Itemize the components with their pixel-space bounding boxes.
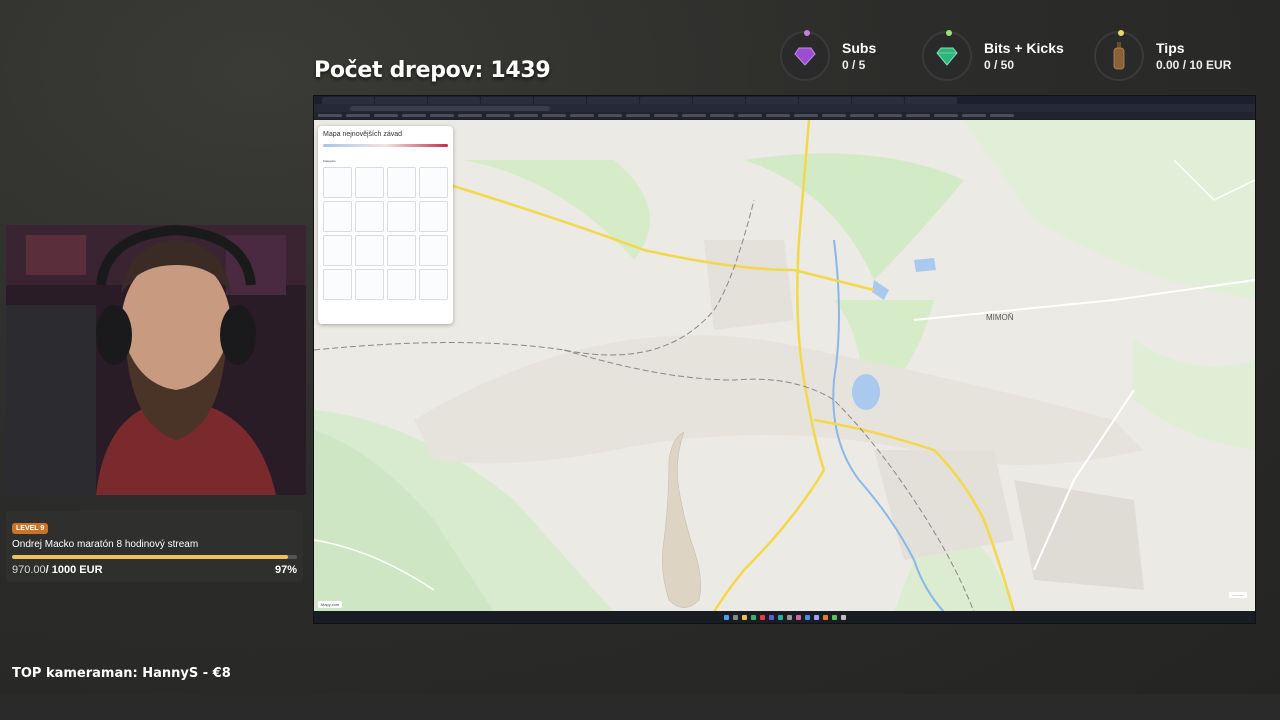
category-item[interactable] bbox=[355, 235, 384, 266]
bottom-strip bbox=[0, 694, 1280, 720]
category-item[interactable] bbox=[387, 201, 416, 232]
webcam-feed bbox=[6, 225, 306, 495]
screen-capture: MIMOŇ Mapa nejnovějších závad Kategorie bbox=[313, 95, 1256, 624]
taskbar-app-icon[interactable] bbox=[840, 614, 846, 620]
taskbar-app-icon[interactable] bbox=[759, 614, 765, 620]
category-item[interactable] bbox=[419, 201, 448, 232]
category-label: Kategorie bbox=[323, 159, 336, 163]
map-panel[interactable]: Mapa nejnovějších závad Kategorie bbox=[318, 126, 453, 324]
stream-goal-current: 970.00 bbox=[12, 564, 46, 576]
taskbar-app-icon[interactable] bbox=[822, 614, 828, 620]
category-item[interactable] bbox=[387, 167, 416, 198]
taskbar-app-icon[interactable] bbox=[777, 614, 783, 620]
category-item[interactable] bbox=[419, 269, 448, 300]
taskbar-app-icon[interactable] bbox=[813, 614, 819, 620]
stream-goal-title: Ondrej Macko maratón 8 hodinový stream bbox=[12, 539, 199, 550]
category-item[interactable] bbox=[323, 167, 352, 198]
bottle-icon bbox=[1094, 30, 1144, 81]
goal-subs-label: Subs bbox=[842, 40, 877, 56]
map-view[interactable]: MIMOŇ Mapa nejnovějších závad Kategorie bbox=[314, 120, 1255, 612]
taskbar bbox=[314, 611, 1255, 623]
goal-subs: Subs 0 / 5 bbox=[780, 30, 876, 82]
map-town-label: MIMOŇ bbox=[986, 313, 1014, 322]
map-canvas: MIMOŇ bbox=[314, 120, 1255, 612]
heatmap-legend-gradient bbox=[323, 144, 448, 147]
goal-subs-value: 0 / 5 bbox=[842, 58, 866, 72]
taskbar-app-icon[interactable] bbox=[768, 614, 774, 620]
browser-address-bar bbox=[314, 104, 1255, 112]
category-item[interactable] bbox=[387, 269, 416, 300]
goal-bits-kicks: Bits + Kicks 0 / 50 bbox=[922, 30, 1064, 82]
category-item[interactable] bbox=[323, 235, 352, 266]
browser-bookmarks-bar bbox=[314, 112, 1255, 119]
stream-goal-total: / 1000 EUR bbox=[45, 564, 103, 576]
taskbar-app-icon[interactable] bbox=[804, 614, 810, 620]
goal-tips: Tips 0.00 / 10 EUR bbox=[1094, 30, 1231, 82]
category-grid bbox=[323, 167, 448, 300]
squat-counter-title: Počet drepov: 1439 bbox=[314, 58, 551, 83]
goal-tips-value: 0.00 / 10 EUR bbox=[1156, 58, 1232, 72]
category-item[interactable] bbox=[355, 167, 384, 198]
taskbar-app-icon[interactable] bbox=[831, 614, 837, 620]
taskbar-app-icon[interactable] bbox=[795, 614, 801, 620]
taskbar-app-icon[interactable] bbox=[732, 614, 738, 620]
category-item[interactable] bbox=[355, 269, 384, 300]
purple-heart-gem-icon bbox=[780, 30, 830, 81]
stream-goal-progress bbox=[12, 555, 297, 559]
level-badge: LEVEL 9 bbox=[12, 523, 49, 534]
category-item[interactable] bbox=[419, 167, 448, 198]
taskbar-app-icon[interactable] bbox=[786, 614, 792, 620]
stream-goal-progress-fill bbox=[12, 555, 289, 559]
category-item[interactable] bbox=[419, 235, 448, 266]
goal-tips-label: Tips bbox=[1156, 40, 1185, 56]
map-scale: ———— bbox=[1229, 592, 1247, 598]
goal-bits-value: 0 / 50 bbox=[984, 58, 1015, 72]
stream-goal-card: LEVEL 9 Ondrej Macko maratón 8 hodinový … bbox=[6, 511, 303, 582]
stream-goal-percent: 97% bbox=[274, 564, 297, 576]
map-panel-title: Mapa nejnovějších závad bbox=[323, 131, 402, 138]
top-kameraman: TOP kameraman: HannyS - €8 bbox=[12, 666, 231, 681]
map-logo[interactable]: Mapy.com bbox=[318, 601, 343, 608]
category-item[interactable] bbox=[323, 269, 352, 300]
category-item[interactable] bbox=[387, 235, 416, 266]
goal-bits-label: Bits + Kicks bbox=[984, 40, 1064, 56]
category-item[interactable] bbox=[355, 201, 384, 232]
green-gem-icon bbox=[922, 30, 972, 81]
browser-tab-bar bbox=[314, 96, 1255, 104]
start-icon[interactable] bbox=[723, 614, 729, 620]
category-item[interactable] bbox=[323, 201, 352, 232]
taskbar-app-icon[interactable] bbox=[750, 614, 756, 620]
taskbar-app-icon[interactable] bbox=[741, 614, 747, 620]
